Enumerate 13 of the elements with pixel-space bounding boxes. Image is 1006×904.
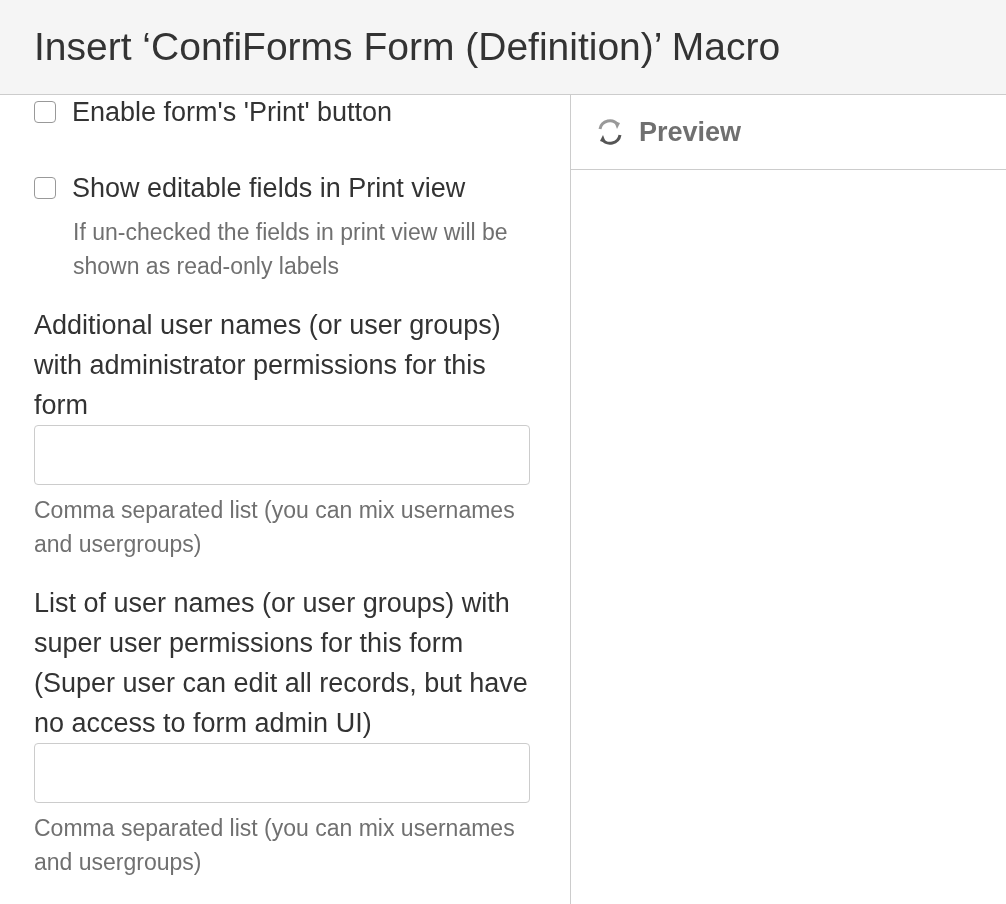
input-field[interactable] [34, 425, 530, 485]
help-text: Comma separated list (you can mix usernames and usergroups) [34, 814, 516, 877]
field-label: Additional user names (or user groups) with administrator permissions for this form [34, 309, 502, 422]
help-text: Comma separated list (you can mix usernames and usergroups) [34, 496, 516, 559]
checkbox-label: Show editable fields in Print view [72, 172, 466, 204]
checkbox[interactable] [34, 101, 56, 123]
preview-label[interactable]: Preview [639, 116, 742, 148]
dialog-title: Insert ‘ConfiForms Form (Definition)’ Macro [34, 25, 781, 69]
checkbox-label: Enable form's 'Print' button [72, 96, 393, 128]
input-field[interactable] [34, 743, 530, 803]
checkbox[interactable] [34, 177, 56, 199]
help-text: If un-checked the fields in print view will be shown as read-only labels [72, 218, 509, 281]
field-label: List of user names (or user groups) with super user permissions for this form (Super user can edit all records, but have no access to form admin UI) [34, 587, 529, 740]
